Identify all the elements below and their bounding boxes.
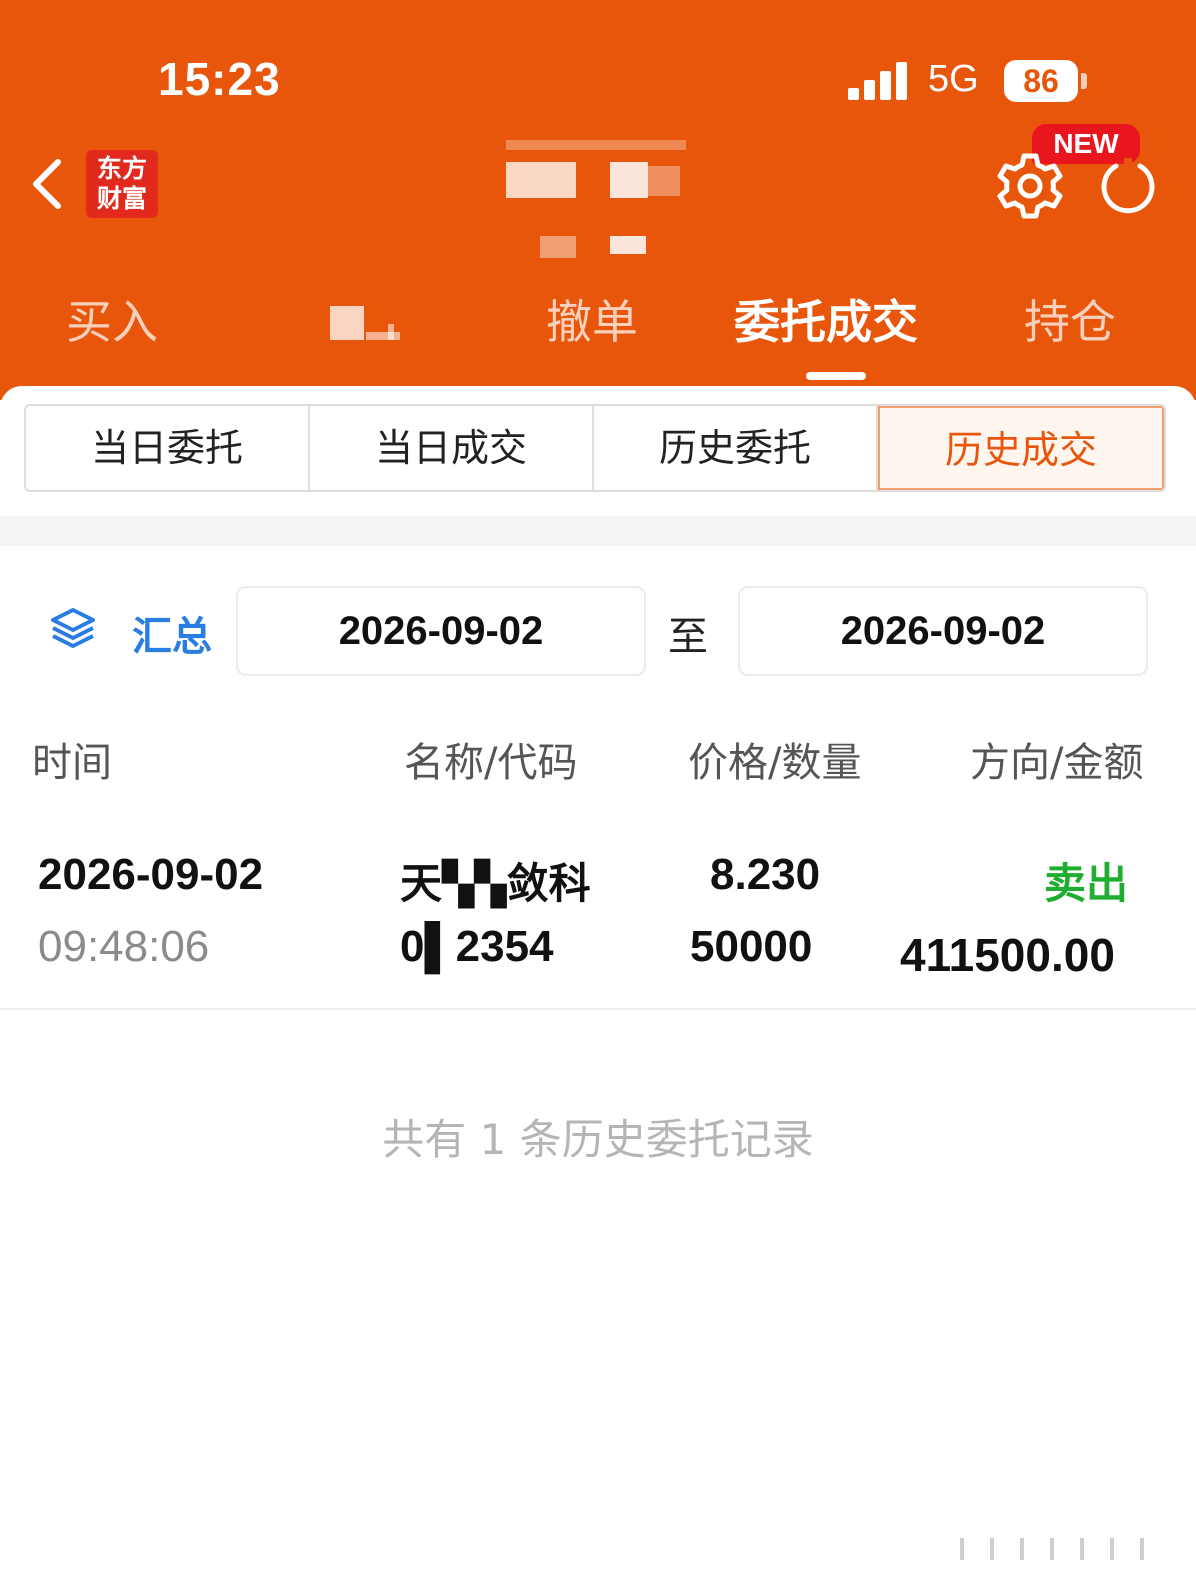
account-title-redacted bbox=[506, 140, 696, 260]
trade-quantity: 50000 bbox=[690, 922, 813, 971]
subtab-today-trades[interactable]: 当日成交 bbox=[310, 406, 594, 490]
battery-icon: 86 bbox=[1004, 60, 1078, 102]
logo-line-1: 东方 bbox=[96, 154, 147, 183]
layers-icon[interactable] bbox=[48, 604, 98, 654]
column-header-time: 时间 bbox=[32, 740, 112, 786]
subtab-history-orders[interactable]: 历史委托 bbox=[594, 406, 878, 490]
tab-sell-redacted[interactable] bbox=[330, 304, 406, 344]
column-header-name-code: 名称/代码 bbox=[404, 740, 578, 786]
app-logo: 东方 财富 bbox=[86, 150, 158, 218]
trade-direction: 卖出 bbox=[1044, 859, 1129, 908]
trade-amount: 411500.00 bbox=[900, 929, 1115, 981]
trade-time: 09:48:06 bbox=[38, 922, 210, 971]
trade-date: 2026-09-02 bbox=[38, 850, 264, 899]
watermark-bars bbox=[950, 1530, 1180, 1560]
main-tab-bar: 买入 撤单 委托成交 持仓 bbox=[0, 286, 1196, 366]
tab-buy[interactable]: 买入 bbox=[66, 286, 158, 352]
active-tab-indicator bbox=[806, 372, 866, 380]
column-header-price-qty: 价格/数量 bbox=[688, 740, 862, 786]
record-count: 共有 1 条历史委托记录 bbox=[382, 1115, 814, 1164]
tab-cancel[interactable]: 撤单 bbox=[546, 286, 638, 352]
summary-button[interactable]: 汇总 bbox=[132, 604, 212, 662]
signal-icon bbox=[848, 62, 910, 100]
status-time: 15:23 bbox=[158, 53, 281, 105]
trade-price: 8.230 bbox=[710, 850, 821, 899]
logo-line-2: 财富 bbox=[96, 184, 147, 213]
section-divider bbox=[0, 516, 1196, 546]
sub-tab-bar: 当日委托 当日成交 历史委托 历史成交 bbox=[24, 404, 1166, 492]
column-header-direction-amount: 方向/金额 bbox=[970, 740, 1144, 786]
power-icon bbox=[1101, 158, 1155, 214]
logout-button[interactable] bbox=[1094, 150, 1162, 218]
back-button[interactable] bbox=[24, 148, 74, 218]
battery-cap bbox=[1081, 73, 1087, 89]
stock-code: 0▌2354 bbox=[400, 922, 554, 971]
gear-icon bbox=[997, 153, 1063, 219]
network-label: 5G bbox=[928, 58, 979, 100]
settings-button[interactable] bbox=[994, 150, 1066, 222]
start-date-field[interactable]: 2026-09-02 bbox=[236, 586, 646, 676]
tab-positions[interactable]: 持仓 bbox=[1024, 286, 1116, 352]
subtab-today-orders[interactable]: 当日委托 bbox=[26, 406, 310, 490]
end-date-field[interactable]: 2026-09-02 bbox=[738, 586, 1148, 676]
row-divider bbox=[0, 1008, 1196, 1010]
stock-name: 天▚▚敛科 bbox=[400, 859, 591, 908]
date-range-separator: 至 bbox=[668, 614, 708, 660]
tab-orders-trades[interactable]: 委托成交 bbox=[734, 286, 918, 352]
subtab-history-trades[interactable]: 历史成交 bbox=[878, 406, 1164, 490]
chevron-left-icon bbox=[33, 159, 61, 209]
